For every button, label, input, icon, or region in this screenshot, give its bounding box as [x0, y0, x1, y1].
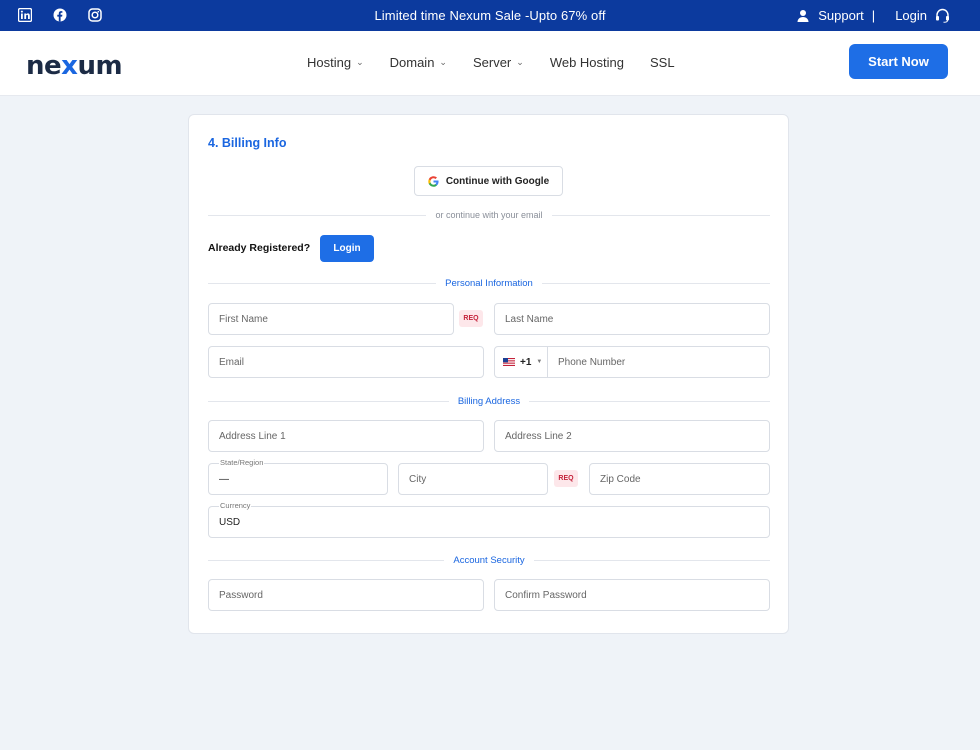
divider-line [208, 214, 427, 216]
logo-part: ne [26, 51, 62, 81]
main-nav: Hosting ⌄ Domain ⌄ Server ⌄ Web Hosting SSL [307, 55, 675, 70]
logo-part-x: x [61, 51, 78, 81]
us-flag-icon [503, 358, 515, 366]
nav-web-hosting[interactable]: Web Hosting [550, 55, 624, 70]
divider-line [208, 401, 449, 402]
password-field[interactable]: Password [208, 579, 484, 611]
account-security-heading: Account Security [453, 555, 525, 566]
first-name-field[interactable]: First Name [208, 303, 454, 335]
account-security-divider: Account Security [208, 555, 771, 566]
zip-code-field[interactable]: Zip Code [589, 463, 770, 495]
address-line-1-placeholder: Address Line 1 [219, 430, 286, 442]
email-placeholder: Email [219, 356, 245, 368]
nexum-logo[interactable]: nexum [26, 51, 123, 81]
city-field[interactable]: City [398, 463, 548, 495]
chevron-down-icon: ⌄ [516, 57, 524, 67]
section-title: 4. Billing Info [208, 136, 287, 150]
chevron-down-icon: ⌄ [356, 57, 364, 67]
first-name-placeholder: First Name [219, 313, 268, 325]
currency-label: Currency [219, 501, 252, 510]
phone-field[interactable]: +1 ▼ Phone Number [494, 346, 770, 378]
google-button-label: Continue with Google [445, 175, 550, 187]
divider-line [529, 401, 770, 402]
divider-line [533, 560, 771, 561]
last-name-placeholder: Last Name [505, 313, 554, 325]
nav-ssl[interactable]: SSL [650, 55, 675, 70]
google-icon [428, 175, 439, 187]
confirm-password-placeholder: Confirm Password [505, 589, 587, 601]
nav-server[interactable]: Server ⌄ [473, 55, 524, 70]
address-line-2-field[interactable]: Address Line 2 [494, 420, 770, 452]
country-code-select[interactable]: +1 ▼ [495, 347, 548, 377]
email-field[interactable]: Email [208, 346, 484, 378]
login-link[interactable]: Login [895, 8, 927, 23]
support-link[interactable]: Support [818, 8, 864, 23]
site-header: nexum Hosting ⌄ Domain ⌄ Server ⌄ Web Hosti… [0, 31, 980, 96]
chevron-down-icon: ⌄ [439, 57, 447, 67]
nav-label: Server [472, 55, 512, 70]
billing-info-card: 4. Billing Info Continue with Google or … [188, 114, 789, 634]
divider-line [208, 283, 437, 284]
caret-down-icon: ▼ [536, 359, 543, 365]
separator: | [871, 8, 876, 23]
confirm-password-field[interactable]: Confirm Password [494, 579, 770, 611]
personal-info-divider: Personal Information [208, 278, 771, 289]
address-line-2-placeholder: Address Line 2 [505, 430, 572, 442]
nav-domain[interactable]: Domain ⌄ [390, 55, 447, 70]
nav-label: Web Hosting [549, 55, 624, 70]
required-badge: REQ [554, 470, 578, 487]
personal-info-heading: Personal Information [445, 278, 533, 289]
nav-label: SSL [650, 55, 675, 70]
address-line-1-field[interactable]: Address Line 1 [208, 420, 484, 452]
last-name-field[interactable]: Last Name [494, 303, 770, 335]
state-region-select[interactable]: State/Region — [208, 458, 388, 495]
login-button[interactable]: Login [320, 235, 374, 262]
password-placeholder: Password [219, 589, 263, 601]
city-placeholder: City [409, 473, 427, 485]
state-region-value: — [219, 473, 229, 485]
headset-icon[interactable] [935, 8, 950, 23]
or-text: or continue with your email [435, 210, 543, 220]
billing-address-divider: Billing Address [208, 396, 770, 407]
divider-line [551, 214, 770, 216]
currency-select[interactable]: Currency USD [208, 501, 770, 538]
or-divider: or continue with your email [208, 210, 770, 220]
required-badge: REQ [459, 310, 483, 327]
start-now-button[interactable]: Start Now [849, 44, 948, 79]
country-code-value: +1 [520, 356, 532, 368]
state-region-label: State/Region [219, 458, 265, 467]
billing-address-heading: Billing Address [457, 396, 521, 407]
divider-line [208, 560, 445, 561]
already-registered-label: Already Registered? [208, 242, 311, 254]
top-bar: Limited time Nexum Sale -Upto 67% off Su… [0, 0, 980, 31]
zip-code-placeholder: Zip Code [600, 473, 641, 485]
nav-hosting[interactable]: Hosting ⌄ [307, 55, 364, 70]
logo-part: um [77, 51, 123, 81]
topbar-links: Support | Login [796, 8, 950, 23]
nav-label: Hosting [307, 55, 352, 70]
continue-with-google-button[interactable]: Continue with Google [414, 166, 563, 196]
divider-line [541, 283, 771, 284]
currency-value: USD [219, 516, 241, 528]
nav-label: Domain [389, 55, 435, 70]
phone-placeholder: Phone Number [558, 356, 626, 368]
user-icon [796, 9, 810, 23]
